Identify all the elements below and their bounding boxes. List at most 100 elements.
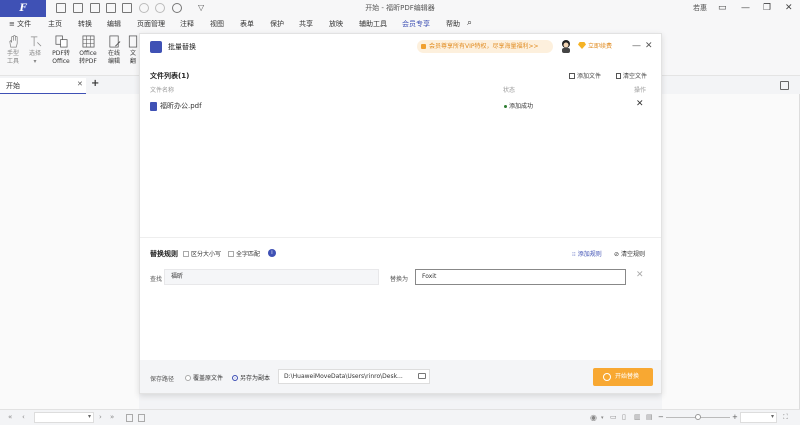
column-header-action: 操作: [634, 87, 647, 94]
dialog-minimize-button[interactable]: —: [632, 40, 641, 52]
select-tool-button[interactable]: 选择 ▾: [27, 35, 43, 66]
zoom-out-button[interactable]: −: [658, 413, 664, 421]
zoom-dropdown-icon[interactable]: ▾: [771, 413, 774, 420]
renew-vip-button[interactable]: 立即续费: [578, 41, 612, 52]
last-page-icon[interactable]: »: [110, 413, 114, 421]
office-to-pdf-icon: [82, 35, 94, 48]
batch-replace-dialog: 批量替换 会员尊享所有VIP特权，尽享海量福利>> 立即续费 — ✕ 文件列表(…: [139, 33, 662, 394]
start-icon: [603, 373, 611, 381]
status-bar: « ‹ ▾ › » ◉ ▾ ▭ ▯ ▥ ▤ − + ▾ ⛶: [0, 409, 800, 425]
pdf-to-office-icon: [55, 35, 67, 48]
page-icon[interactable]: [138, 414, 145, 422]
divider: [140, 237, 661, 238]
fit-width-icon[interactable]: ▯: [622, 413, 626, 421]
close-window-button[interactable]: ✕: [785, 0, 793, 16]
menu-file[interactable]: ≡ 文件: [9, 17, 31, 31]
window-title: 开始 - 福昕PDF编辑器: [365, 4, 435, 12]
column-header-status: 状态: [503, 87, 516, 94]
info-icon[interactable]: i: [268, 249, 276, 257]
zoom-slider[interactable]: [666, 414, 730, 420]
menu-page-manage[interactable]: 页面管理: [137, 17, 165, 31]
office-to-pdf-button[interactable]: Office 转PDF: [78, 35, 98, 66]
menu-present[interactable]: 放映: [329, 17, 343, 31]
clear-rules-icon: ⊘: [614, 251, 621, 258]
save-path-input[interactable]: D:\HuaweiMoveData\Users\rinro\Desk...: [278, 369, 430, 384]
hand-tool-button[interactable]: 手型 工具: [5, 35, 21, 66]
trash-icon: [616, 73, 621, 79]
select-icon: [30, 36, 41, 47]
view-mode-dropdown-icon[interactable]: ▾: [601, 415, 604, 421]
minimize-button[interactable]: —: [741, 0, 750, 16]
overwrite-radio[interactable]: 覆盖原文件: [185, 373, 223, 382]
diamond-icon: [578, 42, 586, 49]
mascot-icon: [562, 40, 570, 53]
prev-page-icon[interactable]: ‹: [22, 413, 25, 421]
delete-rule-button[interactable]: ✕: [636, 270, 644, 280]
replace-label: 替换为: [390, 276, 409, 283]
save-as-copy-radio[interactable]: 另存为副本: [232, 373, 270, 382]
copy-icon[interactable]: [126, 414, 133, 422]
batch-replace-icon: [150, 41, 162, 53]
fit-page-icon[interactable]: ▭: [610, 413, 617, 421]
menu-form[interactable]: 表单: [240, 17, 254, 31]
page-number-field[interactable]: ▾: [34, 412, 94, 423]
zoom-slider-handle[interactable]: [695, 414, 701, 420]
pdf-to-office-button[interactable]: PDF转 Office: [51, 35, 71, 66]
two-page-icon[interactable]: ▥: [634, 413, 641, 421]
add-file-icon: [569, 73, 575, 79]
menu-bar: ≡ 文件 主页 转换 编辑 页面管理 注释 视图 表单 保护 共享 放映 辅助工…: [0, 17, 800, 32]
tab-start-label: 开始: [6, 82, 20, 90]
whole-word-checkbox[interactable]: 全字匹配: [228, 249, 260, 258]
menu-protect[interactable]: 保护: [270, 17, 284, 31]
remove-file-button[interactable]: ✕: [636, 99, 644, 109]
tab-start[interactable]: 开始 ✕: [0, 78, 86, 94]
menu-view[interactable]: 视图: [210, 17, 224, 31]
menu-accessibility[interactable]: 辅助工具: [359, 17, 387, 31]
menu-help[interactable]: 帮助: [446, 17, 460, 31]
tab-close-icon[interactable]: ✕: [77, 80, 83, 88]
file-status: 添加成功: [509, 103, 534, 110]
online-edit-button[interactable]: 在线 编辑: [106, 35, 122, 66]
user-name[interactable]: 若惠: [693, 0, 707, 16]
column-header-name: 文件名称: [150, 87, 175, 94]
menu-edit[interactable]: 编辑: [107, 17, 121, 31]
menu-home[interactable]: 主页: [48, 17, 62, 31]
next-page-icon[interactable]: ›: [99, 413, 102, 421]
fullscreen-icon[interactable]: ⛶: [783, 413, 788, 422]
replace-input[interactable]: Foxit: [415, 269, 626, 285]
zoom-in-button[interactable]: +: [732, 413, 738, 421]
scroll-mode-icon[interactable]: ▤: [646, 413, 653, 421]
add-rule-button[interactable]: ⁝⁝ 添加规则: [572, 249, 602, 258]
folder-icon[interactable]: [418, 373, 426, 379]
panel-toggle-icon[interactable]: [780, 81, 789, 90]
menu-member[interactable]: 会员专享: [402, 17, 430, 31]
clear-files-button[interactable]: 清空文件: [616, 71, 647, 80]
view-mode-icon[interactable]: ◉: [590, 413, 597, 422]
find-input[interactable]: 福昕: [164, 269, 379, 285]
clear-rules-button[interactable]: ⊘ 清空规则: [614, 249, 645, 258]
dialog-close-button[interactable]: ✕: [645, 40, 653, 52]
search-icon[interactable]: ⌕: [467, 17, 472, 30]
vip-promo-banner[interactable]: 会员尊享所有VIP特权，尽享海量福利>>: [417, 40, 553, 53]
replace-rules-title: 替换规则: [150, 250, 178, 258]
first-page-icon[interactable]: «: [8, 413, 12, 421]
case-sensitive-checkbox[interactable]: 区分大小写: [183, 249, 221, 258]
menu-annotate[interactable]: 注释: [180, 17, 194, 31]
doc-translate-button[interactable]: 文 翻: [128, 35, 138, 66]
file-name: 福昕办公.pdf: [160, 102, 202, 110]
left-pane: [0, 94, 139, 409]
find-label: 查找: [150, 276, 163, 283]
online-edit-icon: [108, 35, 120, 48]
start-replace-button[interactable]: 开始替换: [593, 368, 653, 386]
status-dot-icon: [504, 105, 507, 108]
file-list-title: 文件列表(1): [150, 72, 190, 80]
restore-button[interactable]: ❐: [763, 0, 771, 16]
menu-share[interactable]: 共享: [299, 17, 313, 31]
page-dropdown-icon[interactable]: ▾: [88, 413, 91, 420]
new-tab-icon[interactable]: +: [91, 78, 99, 89]
zoom-level-field[interactable]: ▾: [740, 412, 777, 423]
add-files-button[interactable]: 添加文件: [569, 71, 601, 80]
menu-convert[interactable]: 转换: [78, 17, 92, 31]
title-bar: F ▽ 开始 - 福昕PDF编辑器 若惠 ▭ — ❐ ✕: [0, 0, 800, 17]
ribbon-toggle-icon[interactable]: ▭: [718, 0, 727, 16]
